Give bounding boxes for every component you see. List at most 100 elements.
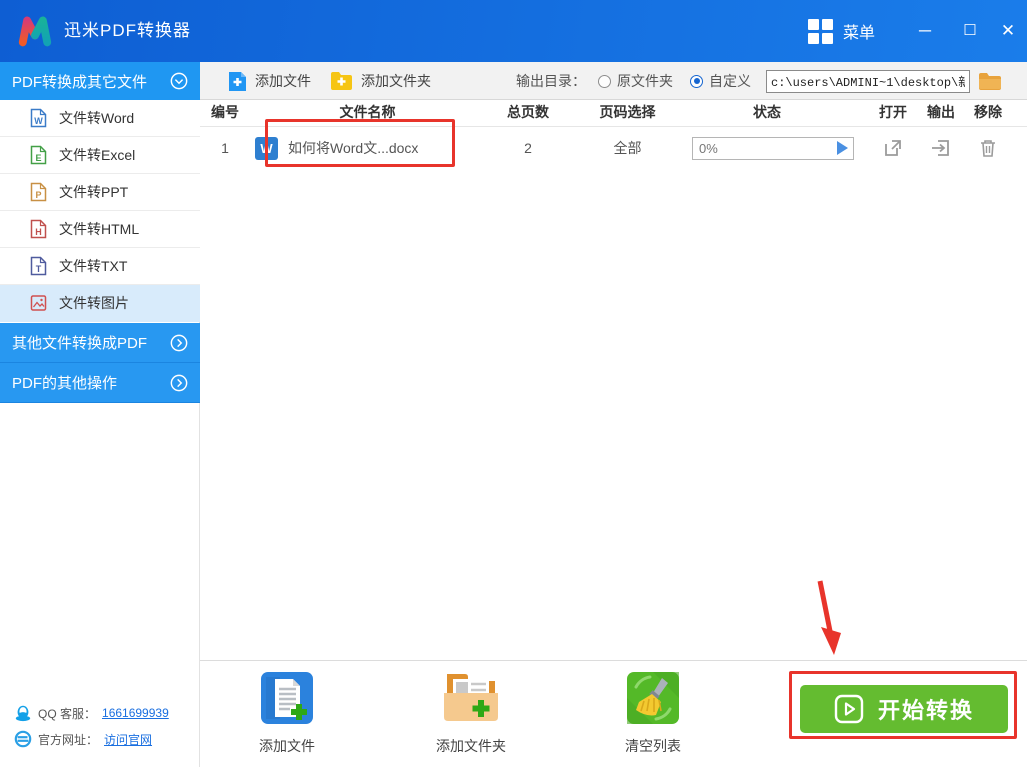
table-row: 1 W 如何将Word文...docx 2 全部 0% — [200, 127, 1027, 170]
sidebar-header-pdf-to-other[interactable]: PDF转换成其它文件 — [0, 62, 200, 100]
add-folder-icon — [331, 72, 352, 90]
svg-text:P: P — [35, 190, 41, 200]
progress-percent: 0% — [699, 141, 718, 156]
clear-list-big-label: 清空列表 — [625, 738, 681, 754]
annotation-arrow — [817, 580, 841, 655]
trash-remove-icon[interactable] — [977, 137, 999, 159]
title-bar: 迅米PDF转换器 菜单 ─ ☐ ✕ — [0, 0, 1027, 62]
sidebar-item-file-to-word[interactable]: W 文件转Word — [0, 100, 200, 137]
word-file-badge-icon: W — [255, 137, 278, 160]
add-folder-big-label: 添加文件夹 — [436, 738, 506, 754]
export-output-icon[interactable] — [930, 137, 952, 159]
add-folder-toolbar-button[interactable]: 添加文件夹 — [330, 62, 431, 100]
add-file-icon — [229, 72, 246, 91]
start-convert-label: 开始转换 — [877, 698, 974, 723]
row-play-icon[interactable] — [837, 141, 848, 155]
ppt-doc-icon: P — [30, 182, 47, 202]
output-dir-label: 输出目录： — [516, 73, 586, 89]
col-open: 打开 — [879, 104, 907, 120]
image-icon — [30, 295, 47, 311]
radio-original-label: 原文件夹 — [617, 73, 673, 89]
row-page-selection[interactable]: 全部 — [595, 127, 660, 170]
start-convert-button[interactable]: 开始转换 — [800, 685, 1008, 733]
bottom-action-panel: 添加文件 添加文件夹 清空列表 开始转换 — [200, 660, 1027, 767]
add-file-big-button[interactable]: 添加文件 — [227, 671, 347, 756]
menu-label: 菜单 — [843, 25, 876, 42]
sidebar-item-label: 文件转TXT — [59, 258, 128, 274]
col-status: 状态 — [753, 104, 781, 120]
open-file-icon[interactable] — [882, 137, 904, 159]
sidebar-section-other-to-pdf[interactable]: 其他文件转换成PDF — [0, 323, 200, 363]
qq-number-link[interactable]: 1661699939 — [102, 706, 169, 720]
col-output: 输出 — [927, 104, 955, 120]
sidebar-item-file-to-ppt[interactable]: P 文件转PPT — [0, 174, 200, 211]
col-index: 编号 — [211, 104, 239, 120]
radio-circle-icon — [598, 74, 611, 88]
sidebar-item-file-to-excel[interactable]: E 文件转Excel — [0, 137, 200, 174]
sidebar-item-label: 文件转HTML — [59, 221, 140, 237]
svg-text:T: T — [36, 264, 42, 274]
main-toolbar: 添加文件 添加文件夹 输出目录： 原文件夹 自定义 — [200, 62, 1027, 100]
sidebar-section-label: 其他文件转换成PDF — [12, 335, 148, 352]
sidebar-section-pdf-other-ops[interactable]: PDF的其他操作 — [0, 363, 200, 403]
app-title: 迅米PDF转换器 — [64, 21, 191, 40]
browse-folder-icon[interactable] — [978, 72, 1002, 91]
sidebar-item-label: 文件转Excel — [59, 147, 136, 163]
row-file-name: 如何将Word文...docx — [288, 140, 419, 156]
sidebar-item-label: 文件转PPT — [59, 184, 129, 200]
maximize-button[interactable]: ☐ — [950, 0, 990, 62]
sidebar-footer: QQ 客服： 1661699939 官方网址： 访问官网 — [0, 700, 200, 752]
word-doc-icon: W — [30, 108, 47, 128]
add-file-toolbar-button[interactable]: 添加文件 — [228, 62, 311, 100]
minimize-button[interactable]: ─ — [905, 0, 945, 62]
clear-list-big-button[interactable]: 清空列表 — [593, 671, 713, 756]
official-site-label: 官方网址： — [38, 732, 99, 747]
close-button[interactable]: ✕ — [988, 0, 1027, 62]
radio-circle-selected-icon — [690, 74, 703, 88]
sidebar-item-file-to-txt[interactable]: T 文件转TXT — [0, 248, 200, 285]
app-logo-icon — [18, 16, 52, 47]
sidebar-item-file-to-image[interactable]: 文件转图片 — [0, 285, 200, 322]
svg-text:H: H — [35, 227, 42, 237]
col-filename: 文件名称 — [339, 104, 396, 120]
col-remove: 移除 — [974, 104, 1002, 120]
add-folder-big-icon — [444, 674, 498, 721]
sidebar-item-file-to-html[interactable]: H 文件转HTML — [0, 211, 200, 248]
excel-doc-icon: E — [30, 145, 47, 165]
table-header: 编号 文件名称 总页数 页码选择 状态 打开 输出 移除 — [200, 100, 1027, 127]
svg-text:E: E — [35, 153, 41, 163]
txt-doc-icon: T — [30, 256, 47, 276]
ie-browser-icon — [14, 730, 32, 748]
add-file-label: 添加文件 — [255, 73, 311, 89]
sidebar-item-label: 文件转Word — [59, 110, 135, 126]
sidebar-section-label: PDF的其他操作 — [12, 375, 118, 392]
clear-list-broom-icon — [627, 672, 679, 724]
chevron-right-circle-icon — [170, 374, 188, 391]
play-icon — [834, 694, 864, 724]
qq-service-label: QQ 客服： — [38, 706, 97, 721]
row-index: 1 — [221, 140, 229, 156]
output-path-input[interactable] — [766, 70, 970, 93]
progress-bar: 0% — [692, 137, 854, 160]
svg-text:W: W — [34, 116, 43, 126]
html-doc-icon: H — [30, 219, 47, 239]
sidebar-header-label: PDF转换成其它文件 — [12, 73, 148, 91]
chevron-right-circle-icon — [170, 334, 188, 351]
add-file-big-label: 添加文件 — [259, 738, 315, 754]
col-pages: 总页数 — [507, 104, 549, 120]
radio-custom[interactable]: 自定义 — [690, 62, 751, 100]
add-file-big-icon — [261, 672, 313, 724]
radio-custom-label: 自定义 — [709, 73, 751, 89]
menu-grid-icon — [808, 18, 833, 44]
official-site-link[interactable]: 访问官网 — [104, 731, 152, 748]
sidebar: PDF转换成其它文件 W 文件转Word E 文件转Excel P 文件转PPT — [0, 62, 200, 767]
menu-button[interactable]: 菜单 — [808, 0, 875, 62]
col-pageselect: 页码选择 — [599, 104, 656, 120]
add-folder-label: 添加文件夹 — [361, 73, 431, 89]
row-pages: 2 — [524, 140, 532, 156]
sidebar-item-label: 文件转图片 — [59, 295, 129, 311]
chevron-down-circle-icon — [170, 72, 188, 90]
radio-original-folder[interactable]: 原文件夹 — [598, 62, 673, 100]
qq-icon — [15, 705, 31, 722]
add-folder-big-button[interactable]: 添加文件夹 — [411, 671, 531, 756]
